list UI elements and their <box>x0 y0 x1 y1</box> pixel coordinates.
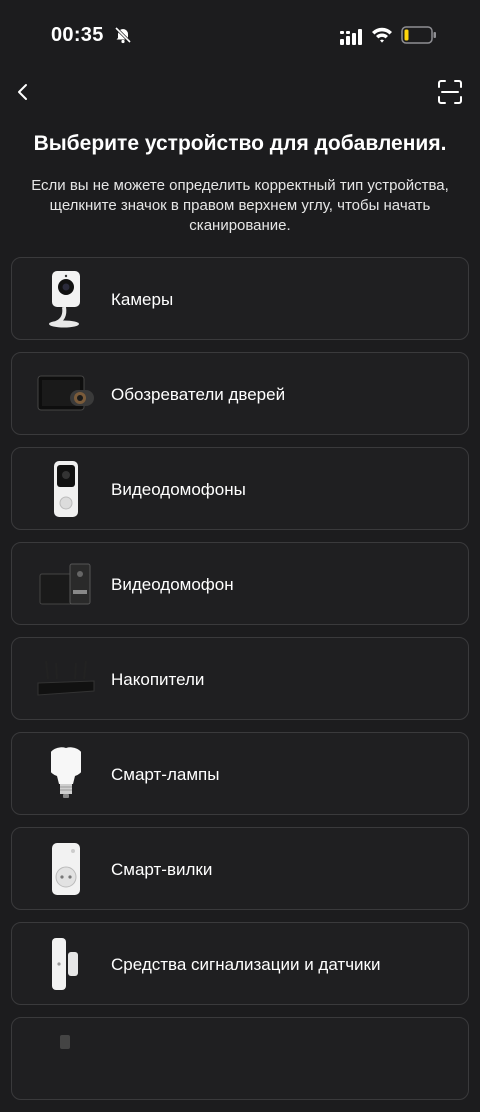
cellular-signal-icon <box>340 29 362 45</box>
device-item-video-doorbells[interactable]: Видеодомофоны <box>11 447 469 530</box>
device-item-smart-bulbs[interactable]: Смарт-лампы <box>11 732 469 815</box>
status-time: 00:35 <box>51 24 104 46</box>
device-item-door-viewers[interactable]: Обозреватели дверей <box>11 352 469 435</box>
camera-icon <box>34 268 98 330</box>
nvr-recorder-icon <box>34 648 98 710</box>
device-item-video-intercom[interactable]: Видеодомофон <box>11 542 469 625</box>
device-type-list: Камеры Обозреватели дверей Видеодомофоны <box>11 257 469 1112</box>
video-doorbell-icon <box>34 458 98 520</box>
device-item-label: Камеры <box>111 290 174 309</box>
scan-icon[interactable] <box>436 78 464 106</box>
device-partial-icon <box>34 1028 98 1090</box>
device-item-label: Смарт-вилки <box>111 860 213 879</box>
wifi-icon <box>372 27 392 43</box>
device-item-label: Смарт-лампы <box>111 765 220 784</box>
bell-muted-icon <box>114 26 132 44</box>
device-item-label: Накопители <box>111 670 205 689</box>
page-title: Выберите устройство для добавления. <box>33 132 447 155</box>
smart-bulb-icon <box>34 743 98 805</box>
device-item-label: Средства сигнализации и датчики <box>111 955 381 974</box>
device-item-label: Видеодомофоны <box>111 480 246 499</box>
page-subtitle: Если вы не можете определить корректный … <box>31 177 449 234</box>
back-chevron-icon[interactable] <box>12 80 36 104</box>
video-intercom-icon <box>34 553 98 615</box>
door-sensor-icon <box>34 933 98 995</box>
device-item-smart-plugs[interactable]: Смарт-вилки <box>11 827 469 910</box>
smart-plug-icon <box>34 838 98 900</box>
device-item-recorders[interactable]: Накопители <box>11 637 469 720</box>
device-item-alarms-sensors[interactable]: Средства сигнализации и датчики <box>11 922 469 1005</box>
status-bar: 00:35 <box>0 0 480 72</box>
device-item-cameras[interactable]: Камеры <box>11 257 469 340</box>
door-viewer-icon <box>34 363 98 425</box>
battery-icon <box>401 26 436 44</box>
device-item-label: Обозреватели дверей <box>111 385 286 404</box>
device-item-label: Видеодомофон <box>111 575 234 594</box>
device-item-partial[interactable] <box>11 1017 469 1100</box>
